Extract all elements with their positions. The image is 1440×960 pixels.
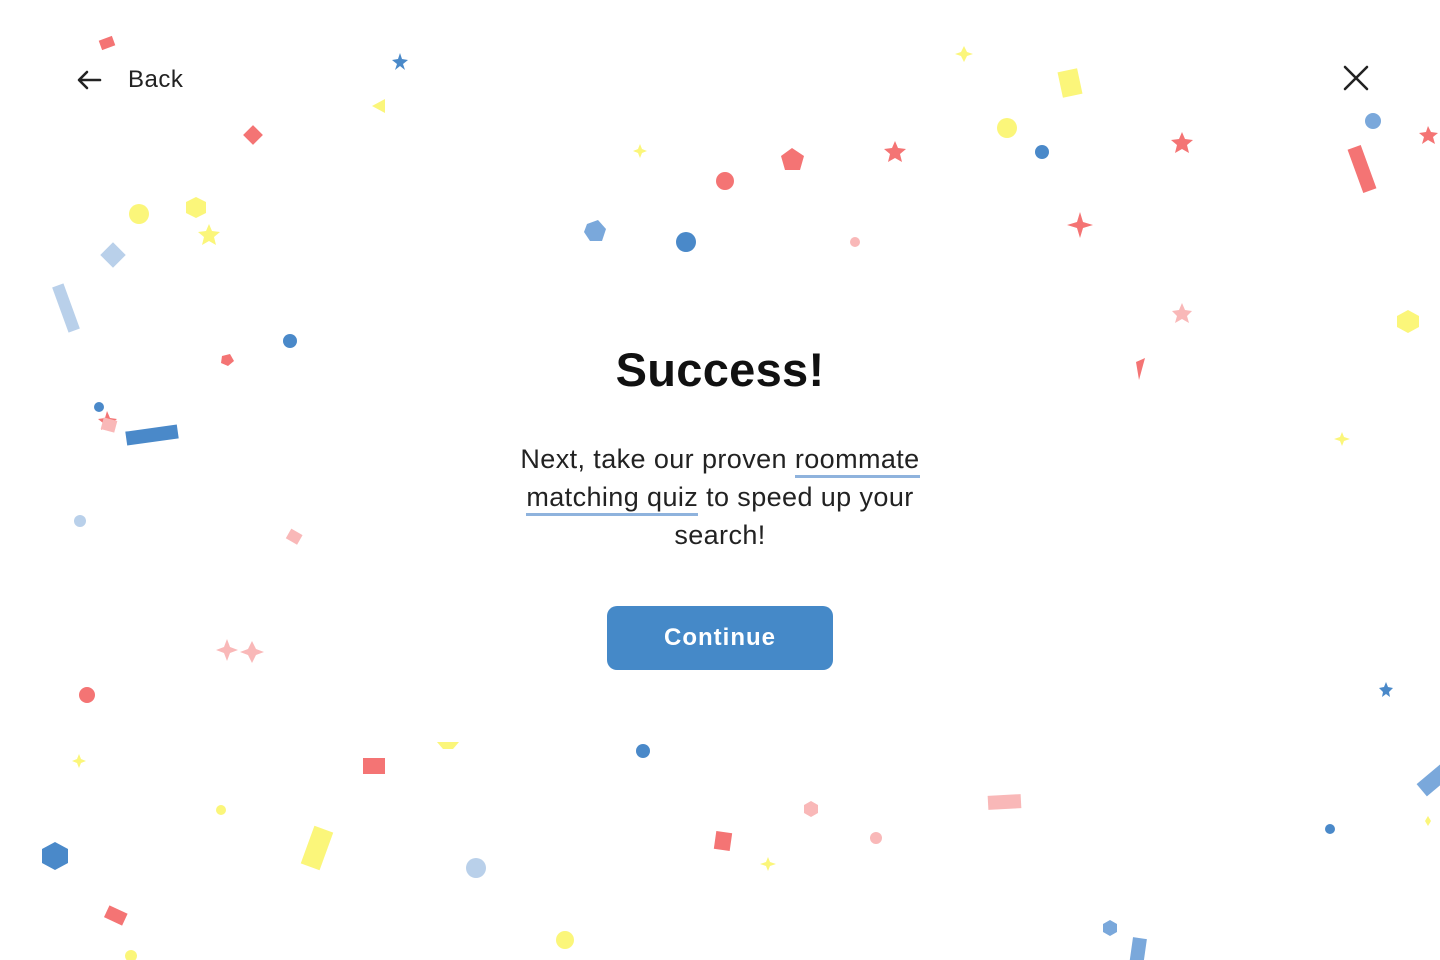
success-content: Success! Next, take our proven roommate … [420, 338, 1020, 670]
arrow-left-icon [76, 69, 102, 91]
message-before: Next, take our proven [520, 444, 787, 474]
success-screen: Back Success! Next, take our proven room… [0, 0, 1440, 960]
success-message: Next, take our proven roommate matching … [510, 440, 930, 554]
message-after: to speed up your search! [674, 482, 914, 550]
page-title: Success! [615, 343, 825, 396]
back-button[interactable]: Back [72, 58, 187, 102]
close-button[interactable] [1332, 56, 1380, 104]
close-icon [1343, 65, 1369, 96]
continue-button[interactable]: Continue [607, 606, 833, 670]
back-label: Back [128, 66, 184, 93]
